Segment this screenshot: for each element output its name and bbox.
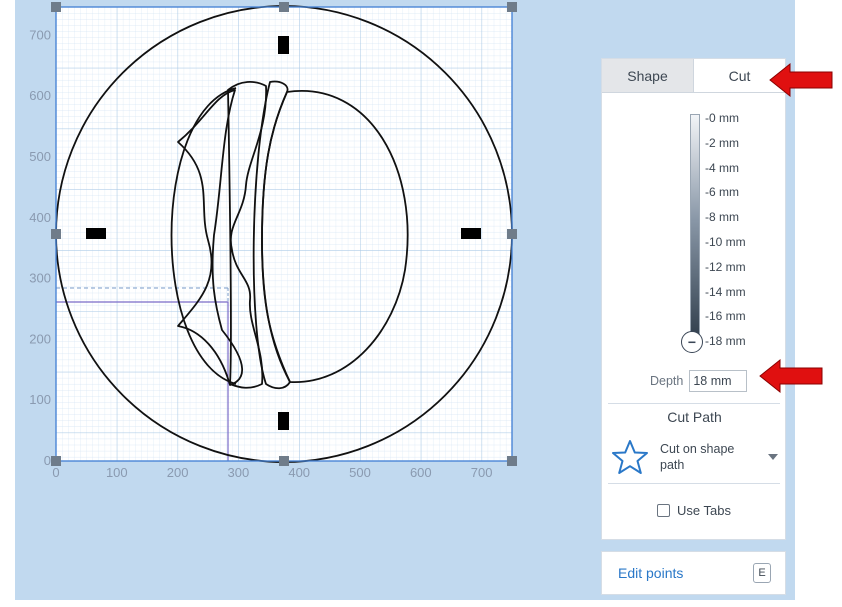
depth-field-label: Depth	[650, 374, 684, 388]
depth-scale-labels: -0 mm -2 mm -4 mm -6 mm -8 mm -10 mm -12…	[705, 109, 746, 357]
depth-tick-label: -10 mm	[705, 234, 746, 249]
y-tick-label: 600	[29, 88, 51, 103]
y-tick-label: 200	[29, 331, 51, 346]
y-axis-ticks: 0 100 200 300 400 500 600 700	[29, 27, 51, 468]
x-tick-label: 0	[52, 465, 59, 480]
panel-tabs: Shape Cut	[602, 59, 785, 93]
x-tick-label: 500	[349, 465, 371, 480]
depth-tick-label: -14 mm	[705, 284, 746, 299]
use-tabs-label: Use Tabs	[677, 503, 731, 518]
x-tick-label: 700	[471, 465, 493, 480]
use-tabs-checkbox[interactable]	[657, 504, 670, 517]
depth-tick-label: -8 mm	[705, 210, 739, 225]
y-tick-label: 300	[29, 271, 51, 286]
depth-tick-label: -16 mm	[705, 309, 746, 324]
tab-shape[interactable]: Shape	[602, 59, 694, 92]
depth-slider-track[interactable]	[690, 114, 700, 346]
depth-tick-label: -6 mm	[705, 185, 739, 200]
y-tick-label: 400	[29, 210, 51, 225]
registration-mark-top	[278, 36, 289, 54]
edit-points-bar: Edit points E	[601, 551, 786, 595]
x-tick-label: 300	[228, 465, 250, 480]
cut-path-selected: Cut on shape path	[660, 442, 735, 472]
x-tick-label: 200	[167, 465, 189, 480]
y-tick-label: 0	[44, 453, 51, 468]
design-canvas[interactable]: 0 100 200 300 400 500 600 700 0 100 200 300 400 500 6…	[0, 0, 600, 480]
tab-cut[interactable]: Cut	[694, 59, 785, 92]
depth-tick-label: -18 mm	[705, 334, 746, 349]
registration-mark-right	[461, 228, 481, 239]
y-tick-label: 700	[29, 27, 51, 42]
x-axis-ticks: 0 100 200 300 400 500 600 700	[52, 465, 492, 480]
major-grid	[56, 7, 512, 461]
divider	[608, 483, 780, 484]
star-icon	[612, 440, 648, 474]
x-tick-label: 100	[106, 465, 128, 480]
x-tick-label: 600	[410, 465, 432, 480]
cut-path-title: Cut Path	[667, 409, 722, 425]
y-tick-label: 500	[29, 149, 51, 164]
cut-path-dropdown[interactable]: Cut on shape path	[610, 437, 782, 477]
x-tick-label: 400	[288, 465, 310, 480]
depth-input[interactable]	[689, 370, 748, 392]
depth-slider-knob[interactable]: −	[681, 331, 703, 353]
depth-tick-label: -0 mm	[705, 111, 739, 125]
use-tabs-toggle[interactable]: Use Tabs	[657, 503, 731, 518]
divider	[608, 403, 780, 404]
depth-tick-label: -12 mm	[705, 259, 746, 274]
depth-tick-label: -2 mm	[705, 135, 739, 150]
chevron-down-icon	[768, 454, 778, 460]
registration-mark-left	[86, 228, 106, 239]
registration-mark-bottom	[278, 412, 289, 430]
properties-panel: Shape Cut -0 mm -2 mm -4 mm -6 mm -8 mm …	[601, 58, 786, 540]
shortcut-key-badge: E	[753, 563, 771, 583]
edit-points-link[interactable]: Edit points	[618, 565, 683, 581]
depth-field-row: Depth	[650, 370, 748, 392]
depth-tick-label: -4 mm	[705, 160, 739, 175]
y-tick-label: 100	[29, 392, 51, 407]
